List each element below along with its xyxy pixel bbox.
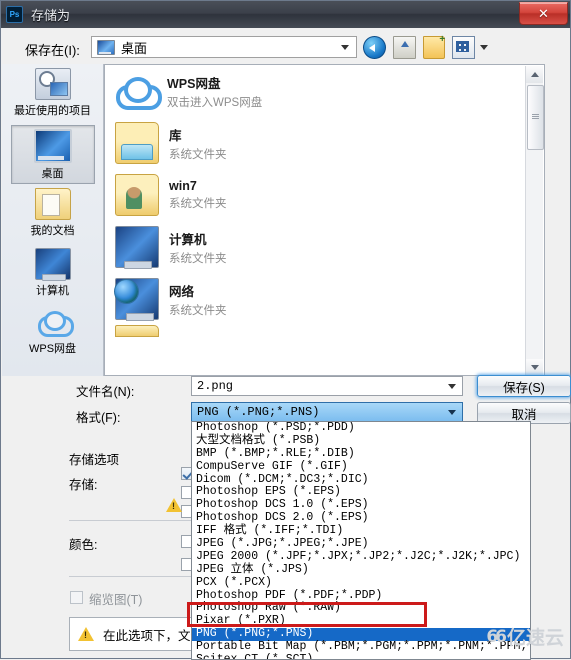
chevron-down-icon[interactable] xyxy=(341,45,349,50)
list-item-subtitle: 系统文件夹 xyxy=(169,252,227,265)
new-folder-icon[interactable] xyxy=(422,34,446,59)
sidebar-item-my-documents[interactable]: 我的文档 xyxy=(11,185,95,244)
list-item[interactable]: 库 系统文件夹 xyxy=(105,117,544,169)
sidebar-item-label: 最近使用的项目 xyxy=(14,105,91,117)
thumbnail-checkbox[interactable] xyxy=(70,591,83,604)
list-item[interactable]: win7 系统文件夹 xyxy=(105,169,544,221)
up-one-level-icon[interactable] xyxy=(392,36,416,59)
sidebar-item-label: 我的文档 xyxy=(30,225,75,237)
photoshop-icon: Ps xyxy=(6,6,23,23)
warning-icon xyxy=(78,627,94,641)
format-dropdown-list[interactable]: Photoshop (*.PSD;*.PDD) 大型文档格式 (*.PSB) B… xyxy=(191,421,531,660)
dropdown-item[interactable]: JPEG (*.JPG;*.JPEG;*.JPE) xyxy=(192,537,530,551)
look-in-value: 桌面 xyxy=(121,40,148,56)
wps-cloud-icon xyxy=(36,308,74,338)
sidebar-item-wps-cloud[interactable]: WPS网盘 xyxy=(11,305,95,364)
list-item-name: 网络 xyxy=(169,284,195,299)
list-item-name: WPS网盘 xyxy=(167,76,221,91)
partial-folder-icon xyxy=(115,325,159,337)
list-item-subtitle: 系统文件夹 xyxy=(169,148,227,161)
divider xyxy=(69,520,197,521)
title-bar[interactable]: Ps 存储为 ✕ xyxy=(1,1,570,28)
file-list-scrollbar[interactable] xyxy=(525,66,544,375)
dropdown-item[interactable]: JPEG 2000 (*.JPF;*.JPX;*.JP2;*.J2C;*.J2K… xyxy=(192,550,530,564)
save-button[interactable]: 保存(S) xyxy=(477,375,571,397)
filename-value: 2.png xyxy=(197,379,234,393)
views-icon[interactable] xyxy=(452,36,475,59)
places-bar: 最近使用的项目 桌面 我的文档 计算机 WPS网盘 xyxy=(2,64,104,376)
library-folder-icon xyxy=(115,122,159,164)
wps-cloud-icon xyxy=(115,71,162,111)
chevron-down-icon[interactable] xyxy=(448,410,456,415)
dropdown-item[interactable]: JPEG 立体 (*.JPS) xyxy=(192,563,530,577)
list-item-subtitle: 系统文件夹 xyxy=(169,304,227,317)
views-chevron-down-icon[interactable] xyxy=(480,45,488,50)
window-title: 存储为 xyxy=(31,8,71,23)
filename-input[interactable]: 2.png xyxy=(191,376,463,396)
look-in-label: 保存在(I): xyxy=(25,43,80,58)
look-in-combobox[interactable]: 桌面 xyxy=(91,36,357,58)
dropdown-item[interactable]: BMP (*.BMP;*.RLE;*.DIB) xyxy=(192,447,530,461)
list-item[interactable]: 网络 系统文件夹 xyxy=(105,273,544,325)
filename-label: 文件名(N): xyxy=(76,385,135,399)
dropdown-item[interactable]: 大型文档格式 (*.PSB) xyxy=(192,434,530,448)
chevron-down-icon[interactable] xyxy=(448,384,456,389)
save-options-panel: 存储选项 存储: xyxy=(69,449,199,493)
dropdown-item[interactable]: Photoshop (*.PSD;*.PDD) xyxy=(192,422,530,435)
save-options-title: 存储选项 xyxy=(69,453,120,467)
sidebar-item-label: 计算机 xyxy=(36,285,69,297)
format-label: 格式(F): xyxy=(76,411,121,425)
list-item-name: 库 xyxy=(169,128,182,143)
list-item[interactable]: 计算机 系统文件夹 xyxy=(105,221,544,273)
save-label: 存储: xyxy=(69,478,98,492)
watermark-logo: 66 xyxy=(486,626,507,647)
file-list[interactable]: WPS网盘 双击进入WPS网盘 库 系统文件夹 win7 系统文件夹 计算机 系… xyxy=(104,64,545,376)
look-in-row: 保存在(I): 桌面 xyxy=(1,33,570,63)
sidebar-item-label: WPS网盘 xyxy=(28,343,77,355)
warning-text: 在此选项下，文件 xyxy=(103,628,204,643)
desktop-icon xyxy=(97,39,115,55)
scroll-up-icon[interactable] xyxy=(526,66,543,83)
list-item-name: 计算机 xyxy=(169,232,207,247)
format-value: PNG (*.PNG;*.PNS) xyxy=(197,405,320,419)
dropdown-item[interactable]: Scitex CT (*.SCT) xyxy=(192,653,530,659)
scrollbar-thumb[interactable] xyxy=(527,85,544,150)
list-item-subtitle: 双击进入WPS网盘 xyxy=(167,96,263,109)
list-item-name: win7 xyxy=(169,179,197,193)
sidebar-item-recent[interactable]: 最近使用的项目 xyxy=(11,65,95,124)
dropdown-item[interactable]: PCX (*.PCX) xyxy=(192,576,530,590)
thumbnail-label: 缩览图(T) xyxy=(89,593,143,607)
list-item[interactable]: WPS网盘 双击进入WPS网盘 xyxy=(105,65,544,117)
sidebar-item-label: 桌面 xyxy=(41,168,64,180)
watermark: 66 亿速云 xyxy=(486,623,564,650)
warning-icon xyxy=(166,498,182,512)
save-as-dialog: Ps 存储为 ✕ 保存在(I): 桌面 最近使用的项目 桌面 xyxy=(0,0,571,660)
scroll-down-icon[interactable] xyxy=(526,359,543,375)
computer-icon xyxy=(34,248,71,281)
list-item-subtitle: 系统文件夹 xyxy=(169,198,227,210)
divider xyxy=(69,576,197,577)
color-options-group: 颜色: xyxy=(69,528,199,553)
recent-items-icon xyxy=(34,68,71,100)
sidebar-item-computer[interactable]: 计算机 xyxy=(11,245,95,304)
computer-icon xyxy=(115,226,159,269)
navigation-toolbar xyxy=(363,34,488,61)
dropdown-item[interactable]: CompuServe GIF (*.GIF) xyxy=(192,460,530,474)
desktop-icon xyxy=(33,129,72,163)
user-folder-icon xyxy=(115,174,159,216)
sidebar-item-desktop[interactable]: 桌面 xyxy=(10,125,95,184)
color-label: 颜色: xyxy=(69,538,98,552)
my-documents-icon xyxy=(34,188,71,220)
network-icon xyxy=(114,278,159,321)
close-icon[interactable]: ✕ xyxy=(519,2,568,25)
watermark-text: 亿速云 xyxy=(506,627,564,649)
back-icon[interactable] xyxy=(363,36,386,59)
format-select[interactable]: PNG (*.PNG;*.PNS) xyxy=(191,402,463,422)
